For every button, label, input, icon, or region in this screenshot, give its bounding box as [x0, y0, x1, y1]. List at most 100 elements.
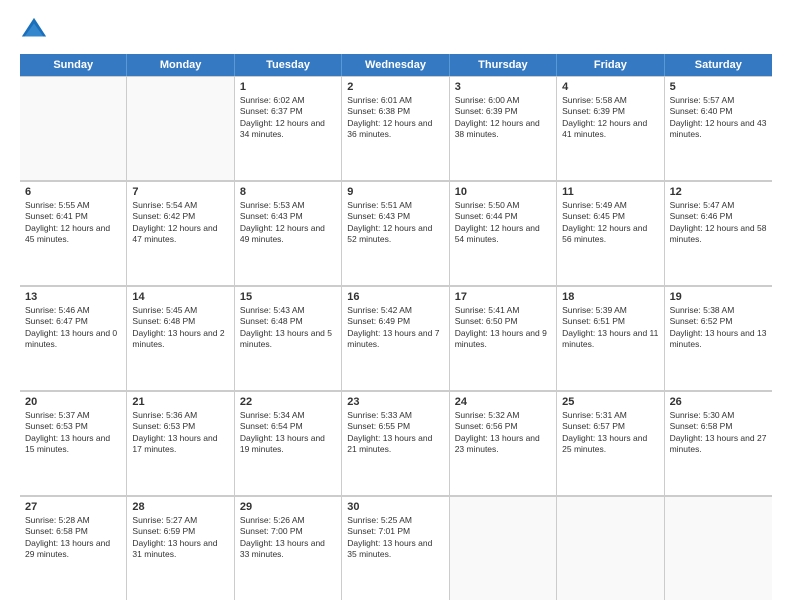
day-info: Sunrise: 5:27 AM Sunset: 6:59 PM Dayligh…	[132, 515, 228, 561]
page: SundayMondayTuesdayWednesdayThursdayFrid…	[0, 0, 792, 612]
day-info: Sunrise: 5:34 AM Sunset: 6:54 PM Dayligh…	[240, 410, 336, 456]
day-10: 10 Sunrise: 5:50 AM Sunset: 6:44 PM Dayli…	[450, 181, 557, 285]
week-4: 20 Sunrise: 5:37 AM Sunset: 6:53 PM Dayli…	[20, 391, 772, 496]
day-number: 22	[240, 396, 336, 408]
day-info: Sunrise: 5:42 AM Sunset: 6:49 PM Dayligh…	[347, 305, 443, 351]
day-info: Sunrise: 6:02 AM Sunset: 6:37 PM Dayligh…	[240, 95, 336, 141]
day-info: Sunrise: 5:50 AM Sunset: 6:44 PM Dayligh…	[455, 200, 551, 246]
day-info: Sunrise: 5:38 AM Sunset: 6:52 PM Dayligh…	[670, 305, 767, 351]
header-thursday: Thursday	[450, 54, 557, 76]
day-info: Sunrise: 5:46 AM Sunset: 6:47 PM Dayligh…	[25, 305, 121, 351]
day-info: Sunrise: 6:01 AM Sunset: 6:38 PM Dayligh…	[347, 95, 443, 141]
day-29: 29 Sunrise: 5:26 AM Sunset: 7:00 PM Dayli…	[235, 496, 342, 600]
day-number: 19	[670, 291, 767, 303]
day-number: 4	[562, 81, 658, 93]
day-number: 10	[455, 186, 551, 198]
day-number: 20	[25, 396, 121, 408]
header-sunday: Sunday	[20, 54, 127, 76]
day-2: 2 Sunrise: 6:01 AM Sunset: 6:38 PM Daylig…	[342, 76, 449, 180]
day-13: 13Sunrise: 5:46 AM Sunset: 6:47 PM Dayli…	[20, 286, 127, 390]
day-info: Sunrise: 5:47 AM Sunset: 6:46 PM Dayligh…	[670, 200, 767, 246]
day-number: 27	[25, 501, 121, 513]
day-info: Sunrise: 5:54 AM Sunset: 6:42 PM Dayligh…	[132, 200, 228, 246]
header-wednesday: Wednesday	[342, 54, 449, 76]
day-info: Sunrise: 5:55 AM Sunset: 6:41 PM Dayligh…	[25, 200, 121, 246]
day-number: 5	[670, 81, 767, 93]
day-17: 17 Sunrise: 5:41 AM Sunset: 6:50 PM Dayli…	[450, 286, 557, 390]
calendar-body: 1 Sunrise: 6:02 AM Sunset: 6:37 PM Daylig…	[20, 76, 772, 600]
day-number: 2	[347, 81, 443, 93]
header-saturday: Saturday	[665, 54, 772, 76]
day-info: Sunrise: 5:33 AM Sunset: 6:55 PM Dayligh…	[347, 410, 443, 456]
day-info: Sunrise: 5:37 AM Sunset: 6:53 PM Dayligh…	[25, 410, 121, 456]
day-info: Sunrise: 5:26 AM Sunset: 7:00 PM Dayligh…	[240, 515, 336, 561]
day-24: 24Sunrise: 5:32 AM Sunset: 6:56 PM Dayli…	[450, 391, 557, 495]
day-6: 6Sunrise: 5:55 AM Sunset: 6:41 PM Daylig…	[20, 181, 127, 285]
day-9: 9 Sunrise: 5:51 AM Sunset: 6:43 PM Daylig…	[342, 181, 449, 285]
day-number: 16	[347, 291, 443, 303]
day-info: Sunrise: 5:57 AM Sunset: 6:40 PM Dayligh…	[670, 95, 767, 141]
day-info: Sunrise: 5:51 AM Sunset: 6:43 PM Dayligh…	[347, 200, 443, 246]
day-8: 8 Sunrise: 5:53 AM Sunset: 6:43 PM Daylig…	[235, 181, 342, 285]
day-info: Sunrise: 5:53 AM Sunset: 6:43 PM Dayligh…	[240, 200, 336, 246]
day-12: 12Sunrise: 5:47 AM Sunset: 6:46 PM Dayli…	[665, 181, 772, 285]
day-info: Sunrise: 5:45 AM Sunset: 6:48 PM Dayligh…	[132, 305, 228, 351]
day-info: Sunrise: 5:39 AM Sunset: 6:51 PM Dayligh…	[562, 305, 658, 351]
day-28: 28 Sunrise: 5:27 AM Sunset: 6:59 PM Dayli…	[127, 496, 234, 600]
day-21: 21Sunrise: 5:36 AM Sunset: 6:53 PM Dayli…	[127, 391, 234, 495]
day-info: Sunrise: 5:49 AM Sunset: 6:45 PM Dayligh…	[562, 200, 658, 246]
day-number: 3	[455, 81, 551, 93]
day-22: 22 Sunrise: 5:34 AM Sunset: 6:54 PM Dayli…	[235, 391, 342, 495]
logo-icon	[20, 16, 48, 44]
day-info: Sunrise: 5:58 AM Sunset: 6:39 PM Dayligh…	[562, 95, 658, 141]
header-monday: Monday	[127, 54, 234, 76]
empty-cell	[20, 76, 127, 180]
week-1: 1 Sunrise: 6:02 AM Sunset: 6:37 PM Daylig…	[20, 76, 772, 181]
header	[20, 16, 772, 44]
day-number: 21	[132, 396, 228, 408]
day-number: 8	[240, 186, 336, 198]
day-info: Sunrise: 5:30 AM Sunset: 6:58 PM Dayligh…	[670, 410, 767, 456]
day-number: 18	[562, 291, 658, 303]
week-3: 13Sunrise: 5:46 AM Sunset: 6:47 PM Dayli…	[20, 286, 772, 391]
day-4: 4 Sunrise: 5:58 AM Sunset: 6:39 PM Daylig…	[557, 76, 664, 180]
day-info: Sunrise: 5:41 AM Sunset: 6:50 PM Dayligh…	[455, 305, 551, 351]
day-number: 29	[240, 501, 336, 513]
week-5: 27 Sunrise: 5:28 AM Sunset: 6:58 PM Dayli…	[20, 496, 772, 600]
day-number: 30	[347, 501, 443, 513]
day-23: 23 Sunrise: 5:33 AM Sunset: 6:55 PM Dayli…	[342, 391, 449, 495]
day-number: 25	[562, 396, 658, 408]
week-2: 6Sunrise: 5:55 AM Sunset: 6:41 PM Daylig…	[20, 181, 772, 286]
empty-cell	[127, 76, 234, 180]
day-info: Sunrise: 5:32 AM Sunset: 6:56 PM Dayligh…	[455, 410, 551, 456]
header-tuesday: Tuesday	[235, 54, 342, 76]
day-number: 15	[240, 291, 336, 303]
day-25: 25 Sunrise: 5:31 AM Sunset: 6:57 PM Dayli…	[557, 391, 664, 495]
calendar-header: SundayMondayTuesdayWednesdayThursdayFrid…	[20, 54, 772, 76]
calendar: SundayMondayTuesdayWednesdayThursdayFrid…	[20, 54, 772, 600]
day-7: 7Sunrise: 5:54 AM Sunset: 6:42 PM Daylig…	[127, 181, 234, 285]
day-number: 26	[670, 396, 767, 408]
day-info: Sunrise: 6:00 AM Sunset: 6:39 PM Dayligh…	[455, 95, 551, 141]
empty-cell	[450, 496, 557, 600]
day-number: 17	[455, 291, 551, 303]
day-3: 3 Sunrise: 6:00 AM Sunset: 6:39 PM Daylig…	[450, 76, 557, 180]
day-number: 9	[347, 186, 443, 198]
day-number: 1	[240, 81, 336, 93]
day-30: 30 Sunrise: 5:25 AM Sunset: 7:01 PM Dayli…	[342, 496, 449, 600]
day-info: Sunrise: 5:25 AM Sunset: 7:01 PM Dayligh…	[347, 515, 443, 561]
day-number: 23	[347, 396, 443, 408]
day-number: 11	[562, 186, 658, 198]
day-11: 11 Sunrise: 5:49 AM Sunset: 6:45 PM Dayli…	[557, 181, 664, 285]
day-info: Sunrise: 5:28 AM Sunset: 6:58 PM Dayligh…	[25, 515, 121, 561]
day-1: 1 Sunrise: 6:02 AM Sunset: 6:37 PM Daylig…	[235, 76, 342, 180]
day-number: 14	[132, 291, 228, 303]
day-number: 28	[132, 501, 228, 513]
day-26: 26 Sunrise: 5:30 AM Sunset: 6:58 PM Dayli…	[665, 391, 772, 495]
day-14: 14 Sunrise: 5:45 AM Sunset: 6:48 PM Dayli…	[127, 286, 234, 390]
day-20: 20 Sunrise: 5:37 AM Sunset: 6:53 PM Dayli…	[20, 391, 127, 495]
day-info: Sunrise: 5:31 AM Sunset: 6:57 PM Dayligh…	[562, 410, 658, 456]
day-18: 18 Sunrise: 5:39 AM Sunset: 6:51 PM Dayli…	[557, 286, 664, 390]
header-friday: Friday	[557, 54, 664, 76]
empty-cell	[665, 496, 772, 600]
